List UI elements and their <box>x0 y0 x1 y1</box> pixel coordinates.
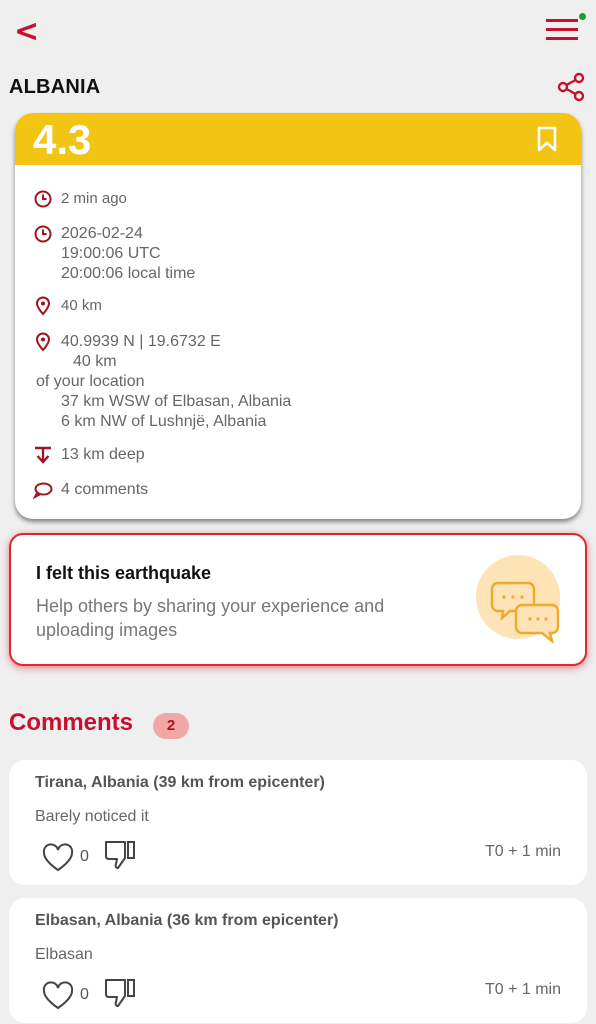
clock-icon <box>34 225 52 243</box>
depth: 13 km deep <box>61 446 145 463</box>
comment-time: T0 + 1 min <box>484 981 561 998</box>
chat-bubbles-icon <box>476 555 560 645</box>
notification-dot <box>579 13 586 20</box>
location-desc: of your location 37 km WSW of Elbasan, A… <box>33 372 291 432</box>
comment-text: Barely noticed it <box>35 808 149 825</box>
heart-icon[interactable] <box>41 843 75 873</box>
location-desc-row: of your location 37 km WSW of Elbasan, A… <box>33 372 291 432</box>
comment-card: Elbasan, Albania (36 km from epicenter) … <box>9 898 587 1023</box>
comment-text: Elbasan <box>35 946 93 963</box>
coords-row: 40.9939 N | 19.6732 E 40 km <box>33 332 221 372</box>
distance: 40 km <box>61 297 102 314</box>
comment-location: Tirana, Albania (39 km from epicenter) <box>35 774 325 791</box>
coordinates: 40.9939 N | 19.6732 E <box>61 333 221 350</box>
magnitude-bar: 4.3 <box>15 113 581 165</box>
comments-count-badge: 2 <box>153 713 189 739</box>
comments-count-row[interactable]: 4 comments <box>33 480 148 500</box>
comment-location: Elbasan, Albania (36 km from epicenter) <box>35 912 339 929</box>
time-ago: 2 min ago <box>61 190 127 207</box>
comments-count[interactable]: 4 comments <box>61 480 148 500</box>
comment-time: T0 + 1 min <box>484 843 561 860</box>
time-ago-row: 2 min ago <box>33 189 127 209</box>
hamburger-menu-icon[interactable] <box>544 14 580 44</box>
comments-title: Comments <box>9 709 134 736</box>
place-1: 37 km WSW of Elbasan, Albania <box>61 393 292 410</box>
comment-card: Tirana, Albania (39 km from epicenter) B… <box>9 760 587 885</box>
local-time: 20:00:06 local time <box>61 265 196 282</box>
felt-earthquake-card[interactable]: I felt this earthquake Help others by sh… <box>9 533 587 666</box>
event-date: 2026-02-24 <box>61 225 143 242</box>
place-2: 6 km NW of Lushnjë, Albania <box>61 413 267 430</box>
datetime-row: 2026-02-24 19:00:06 UTC 20:00:06 local t… <box>33 224 195 284</box>
felt-title: I felt this earthquake <box>36 563 212 583</box>
utc-time: 19:00:06 UTC <box>61 245 161 262</box>
of-your-location: of your location <box>36 373 145 390</box>
distance-row: 40 km <box>33 296 102 316</box>
coords-distance: 40 km <box>73 353 117 370</box>
location-pin-icon <box>35 332 51 352</box>
felt-description: Help others by sharing your experience a… <box>36 596 385 640</box>
depth-row: 13 km deep <box>33 445 145 465</box>
magnitude-value: 4.3 <box>33 116 92 163</box>
back-button[interactable]: < <box>14 14 42 50</box>
location-pin-icon <box>35 296 51 316</box>
heart-icon[interactable] <box>41 981 75 1011</box>
thumbs-down-icon[interactable] <box>103 977 137 1009</box>
datetime-block: 2026-02-24 19:00:06 UTC 20:00:06 local t… <box>61 224 195 284</box>
comment-bubble-icon <box>33 482 53 500</box>
like-count: 0 <box>80 848 89 865</box>
thumbs-down-icon[interactable] <box>103 839 137 871</box>
like-count: 0 <box>80 986 89 1003</box>
earthquake-card: 4.3 2 min ago 2026-02-24 19:00:06 UTC 20… <box>15 113 581 519</box>
top-bar: < <box>0 0 596 64</box>
bookmark-icon[interactable] <box>535 125 559 153</box>
clock-icon <box>34 190 52 208</box>
coords-block: 40.9939 N | 19.6732 E 40 km <box>61 332 221 372</box>
share-icon[interactable] <box>556 72 586 102</box>
depth-arrow-icon <box>35 446 51 464</box>
region-title: ALBANIA <box>9 76 101 98</box>
